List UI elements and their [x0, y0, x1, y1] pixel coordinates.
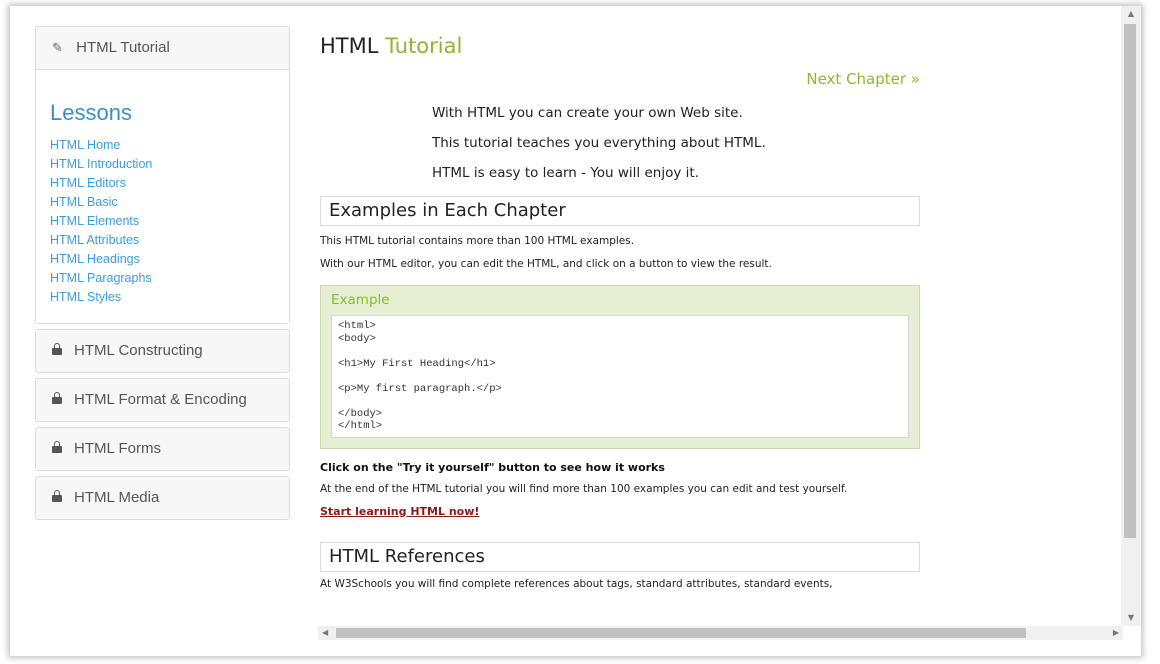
intro-line: With HTML you can create your own Web si… — [432, 105, 743, 121]
lesson-link-styles[interactable]: HTML Styles — [50, 288, 275, 307]
lesson-link-paragraphs[interactable]: HTML Paragraphs — [50, 269, 275, 288]
page-title-main: HTML — [320, 34, 379, 58]
section-format-encoding[interactable]: HTML Format & Encoding — [35, 378, 290, 422]
section-label: HTML Forms — [74, 440, 161, 457]
example-box: Example <html> <body> <h1>My First Headi… — [320, 285, 920, 449]
tutorial-panel-label: HTML Tutorial — [76, 39, 170, 56]
examples-paragraph-1: This HTML tutorial contains more than 10… — [320, 235, 635, 247]
horizontal-scroll-thumb[interactable] — [336, 628, 1026, 638]
lessons-list: Lessons HTML Home HTML Introduction HTML… — [36, 69, 289, 323]
try-it-text: Click on the "Try it yourself" button to… — [320, 460, 665, 474]
main-content: HTML Tutorial Next Chapter » With HTML y… — [320, 26, 920, 590]
examples-paragraph-2: With our HTML editor, you can edit the H… — [320, 258, 772, 270]
section-label: HTML Format & Encoding — [74, 391, 247, 408]
scroll-left-arrow-icon[interactable]: ◀ — [322, 626, 328, 640]
lock-icon — [52, 490, 62, 502]
tutorial-panel: ✎ HTML Tutorial Lessons HTML Home HTML I… — [35, 26, 290, 324]
section-heading-examples: Examples in Each Chapter — [320, 196, 920, 226]
lesson-link-home[interactable]: HTML Home — [50, 136, 275, 155]
end-text: At the end of the HTML tutorial you will… — [320, 482, 848, 495]
references-paragraph: At W3Schools you will find complete refe… — [320, 577, 833, 590]
vertical-scroll-thumb[interactable] — [1124, 24, 1136, 538]
section-constructing[interactable]: HTML Constructing — [35, 329, 290, 373]
example-title: Example — [331, 292, 390, 308]
lock-icon — [52, 441, 62, 453]
lesson-link-basic[interactable]: HTML Basic — [50, 193, 275, 212]
app-window: ✎ HTML Tutorial Lessons HTML Home HTML I… — [10, 6, 1141, 656]
lesson-link-elements[interactable]: HTML Elements — [50, 212, 275, 231]
start-learning-link[interactable]: Start learning HTML now! — [320, 505, 920, 518]
lock-icon — [52, 392, 62, 404]
scroll-right-arrow-icon[interactable]: ▶ — [1113, 626, 1119, 640]
lesson-link-attributes[interactable]: HTML Attributes — [50, 231, 275, 250]
example-code: <html> <body> <h1>My First Heading</h1> … — [331, 315, 909, 438]
lock-icon — [52, 343, 62, 355]
section-label: HTML Media — [74, 489, 160, 506]
section-media[interactable]: HTML Media — [35, 476, 290, 520]
intro-text: With HTML you can create your own Web si… — [432, 98, 920, 188]
horizontal-scrollbar[interactable]: ◀ ▶ — [318, 626, 1123, 640]
lesson-link-introduction[interactable]: HTML Introduction — [50, 155, 275, 174]
sidebar: ✎ HTML Tutorial Lessons HTML Home HTML I… — [35, 26, 290, 525]
lessons-title: Lessons — [50, 100, 132, 125]
lesson-link-editors[interactable]: HTML Editors — [50, 174, 275, 193]
next-chapter-link[interactable]: Next Chapter » — [320, 70, 920, 88]
tutorial-panel-header[interactable]: ✎ HTML Tutorial — [36, 27, 289, 69]
scroll-up-arrow-icon[interactable]: ▲ — [1121, 6, 1141, 22]
lesson-link-headings[interactable]: HTML Headings — [50, 250, 275, 269]
section-forms[interactable]: HTML Forms — [35, 427, 290, 471]
edit-icon: ✎ — [52, 40, 63, 55]
section-heading-references: HTML References — [320, 541, 920, 572]
section-label: HTML Constructing — [74, 342, 203, 359]
page-title-accent: Tutorial — [385, 34, 463, 58]
scroll-down-arrow-icon[interactable]: ▼ — [1121, 610, 1141, 626]
vertical-scrollbar[interactable]: ▲ ▼ — [1121, 6, 1141, 626]
intro-line: This tutorial teaches you everything abo… — [432, 135, 766, 151]
intro-line: HTML is easy to learn - You will enjoy i… — [432, 165, 699, 181]
page-title: HTML Tutorial — [320, 34, 920, 58]
